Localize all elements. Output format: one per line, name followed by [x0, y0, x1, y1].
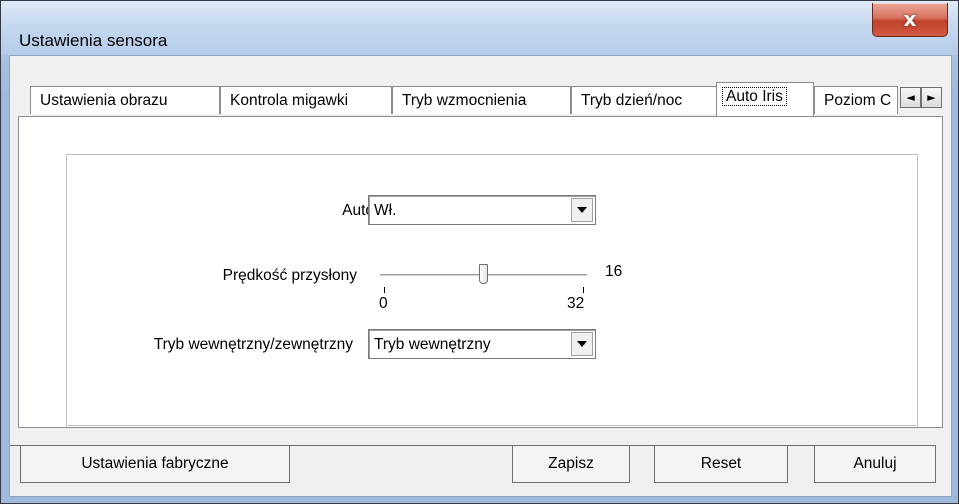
- chevron-down-icon: [577, 341, 587, 347]
- slider-max-label: 32: [567, 295, 585, 312]
- mode-select[interactable]: Tryb wewnętrzny: [368, 329, 596, 359]
- settings-group: Auto Iris Wł. Prędkość przysłony 16 0: [66, 154, 918, 426]
- tab-label: Tryb dzień/noc: [581, 92, 683, 109]
- tab-auto-iris[interactable]: Auto Iris: [716, 82, 814, 116]
- iris-speed-value: 16: [605, 263, 623, 280]
- divider: [788, 445, 814, 446]
- divider: [290, 445, 512, 446]
- tab-scroll-left-button[interactable]: ◄: [900, 87, 921, 108]
- tab-strip: Ustawienia obrazu Kontrola migawki Tryb …: [30, 80, 942, 116]
- tab-kontrola-migawki[interactable]: Kontrola migawki: [220, 86, 392, 114]
- tab-scroll-right-button[interactable]: ►: [921, 87, 942, 108]
- arrow-right-icon: ►: [927, 91, 936, 104]
- mode-value: Tryb wewnętrzny: [374, 336, 491, 353]
- divider: [630, 445, 654, 446]
- tab-page-auto-iris: Auto Iris Wł. Prędkość przysłony 16 0: [18, 116, 943, 428]
- slider-min-label: 0: [379, 295, 388, 312]
- slider-thumb[interactable]: [479, 264, 488, 284]
- mode-label: Tryb wewnętrzny/zewnętrzny: [153, 336, 353, 353]
- divider: [10, 445, 20, 446]
- window-title: Ustawienia sensora: [19, 31, 168, 50]
- tab-poziom[interactable]: Poziom C: [814, 86, 898, 114]
- tab-label: Kontrola migawki: [230, 92, 349, 109]
- factory-settings-button[interactable]: Ustawienia fabryczne: [20, 445, 290, 483]
- title-bar[interactable]: Ustawienia sensora x: [1, 1, 958, 55]
- close-button[interactable]: x: [872, 3, 948, 37]
- tab-label: Ustawienia obrazu: [40, 92, 168, 109]
- save-button[interactable]: Zapisz: [512, 445, 630, 483]
- dialog-window: Ustawienia sensora x Ustawienia obrazu K…: [0, 0, 959, 504]
- tab-tryb-dzien-noc[interactable]: Tryb dzień/noc: [571, 86, 718, 114]
- iris-speed-label: Prędkość przysłony: [222, 267, 357, 284]
- chevron-down-icon: [577, 207, 587, 213]
- close-icon: x: [903, 7, 917, 31]
- tab-label: Auto Iris: [722, 87, 787, 106]
- arrow-left-icon: ◄: [906, 91, 915, 104]
- auto-iris-select[interactable]: Wł.: [368, 195, 596, 225]
- auto-iris-value: Wł.: [374, 202, 397, 219]
- tab-tryb-wzmocnienia[interactable]: Tryb wzmocnienia: [392, 86, 571, 114]
- dialog-client-area: Ustawienia obrazu Kontrola migawki Tryb …: [9, 55, 952, 497]
- reset-button[interactable]: Reset: [654, 445, 788, 483]
- dropdown-button[interactable]: [571, 198, 593, 222]
- slider-tick-min: [384, 287, 385, 293]
- dropdown-button[interactable]: [571, 332, 593, 356]
- slider-tick-max: [583, 287, 584, 293]
- cancel-button[interactable]: Anuluj: [814, 445, 936, 483]
- iris-speed-slider[interactable]: [380, 259, 587, 299]
- tab-label: Tryb wzmocnienia: [402, 92, 527, 109]
- tab-ustawienia-obrazu[interactable]: Ustawienia obrazu: [30, 86, 220, 114]
- tab-label: Poziom C: [824, 92, 892, 109]
